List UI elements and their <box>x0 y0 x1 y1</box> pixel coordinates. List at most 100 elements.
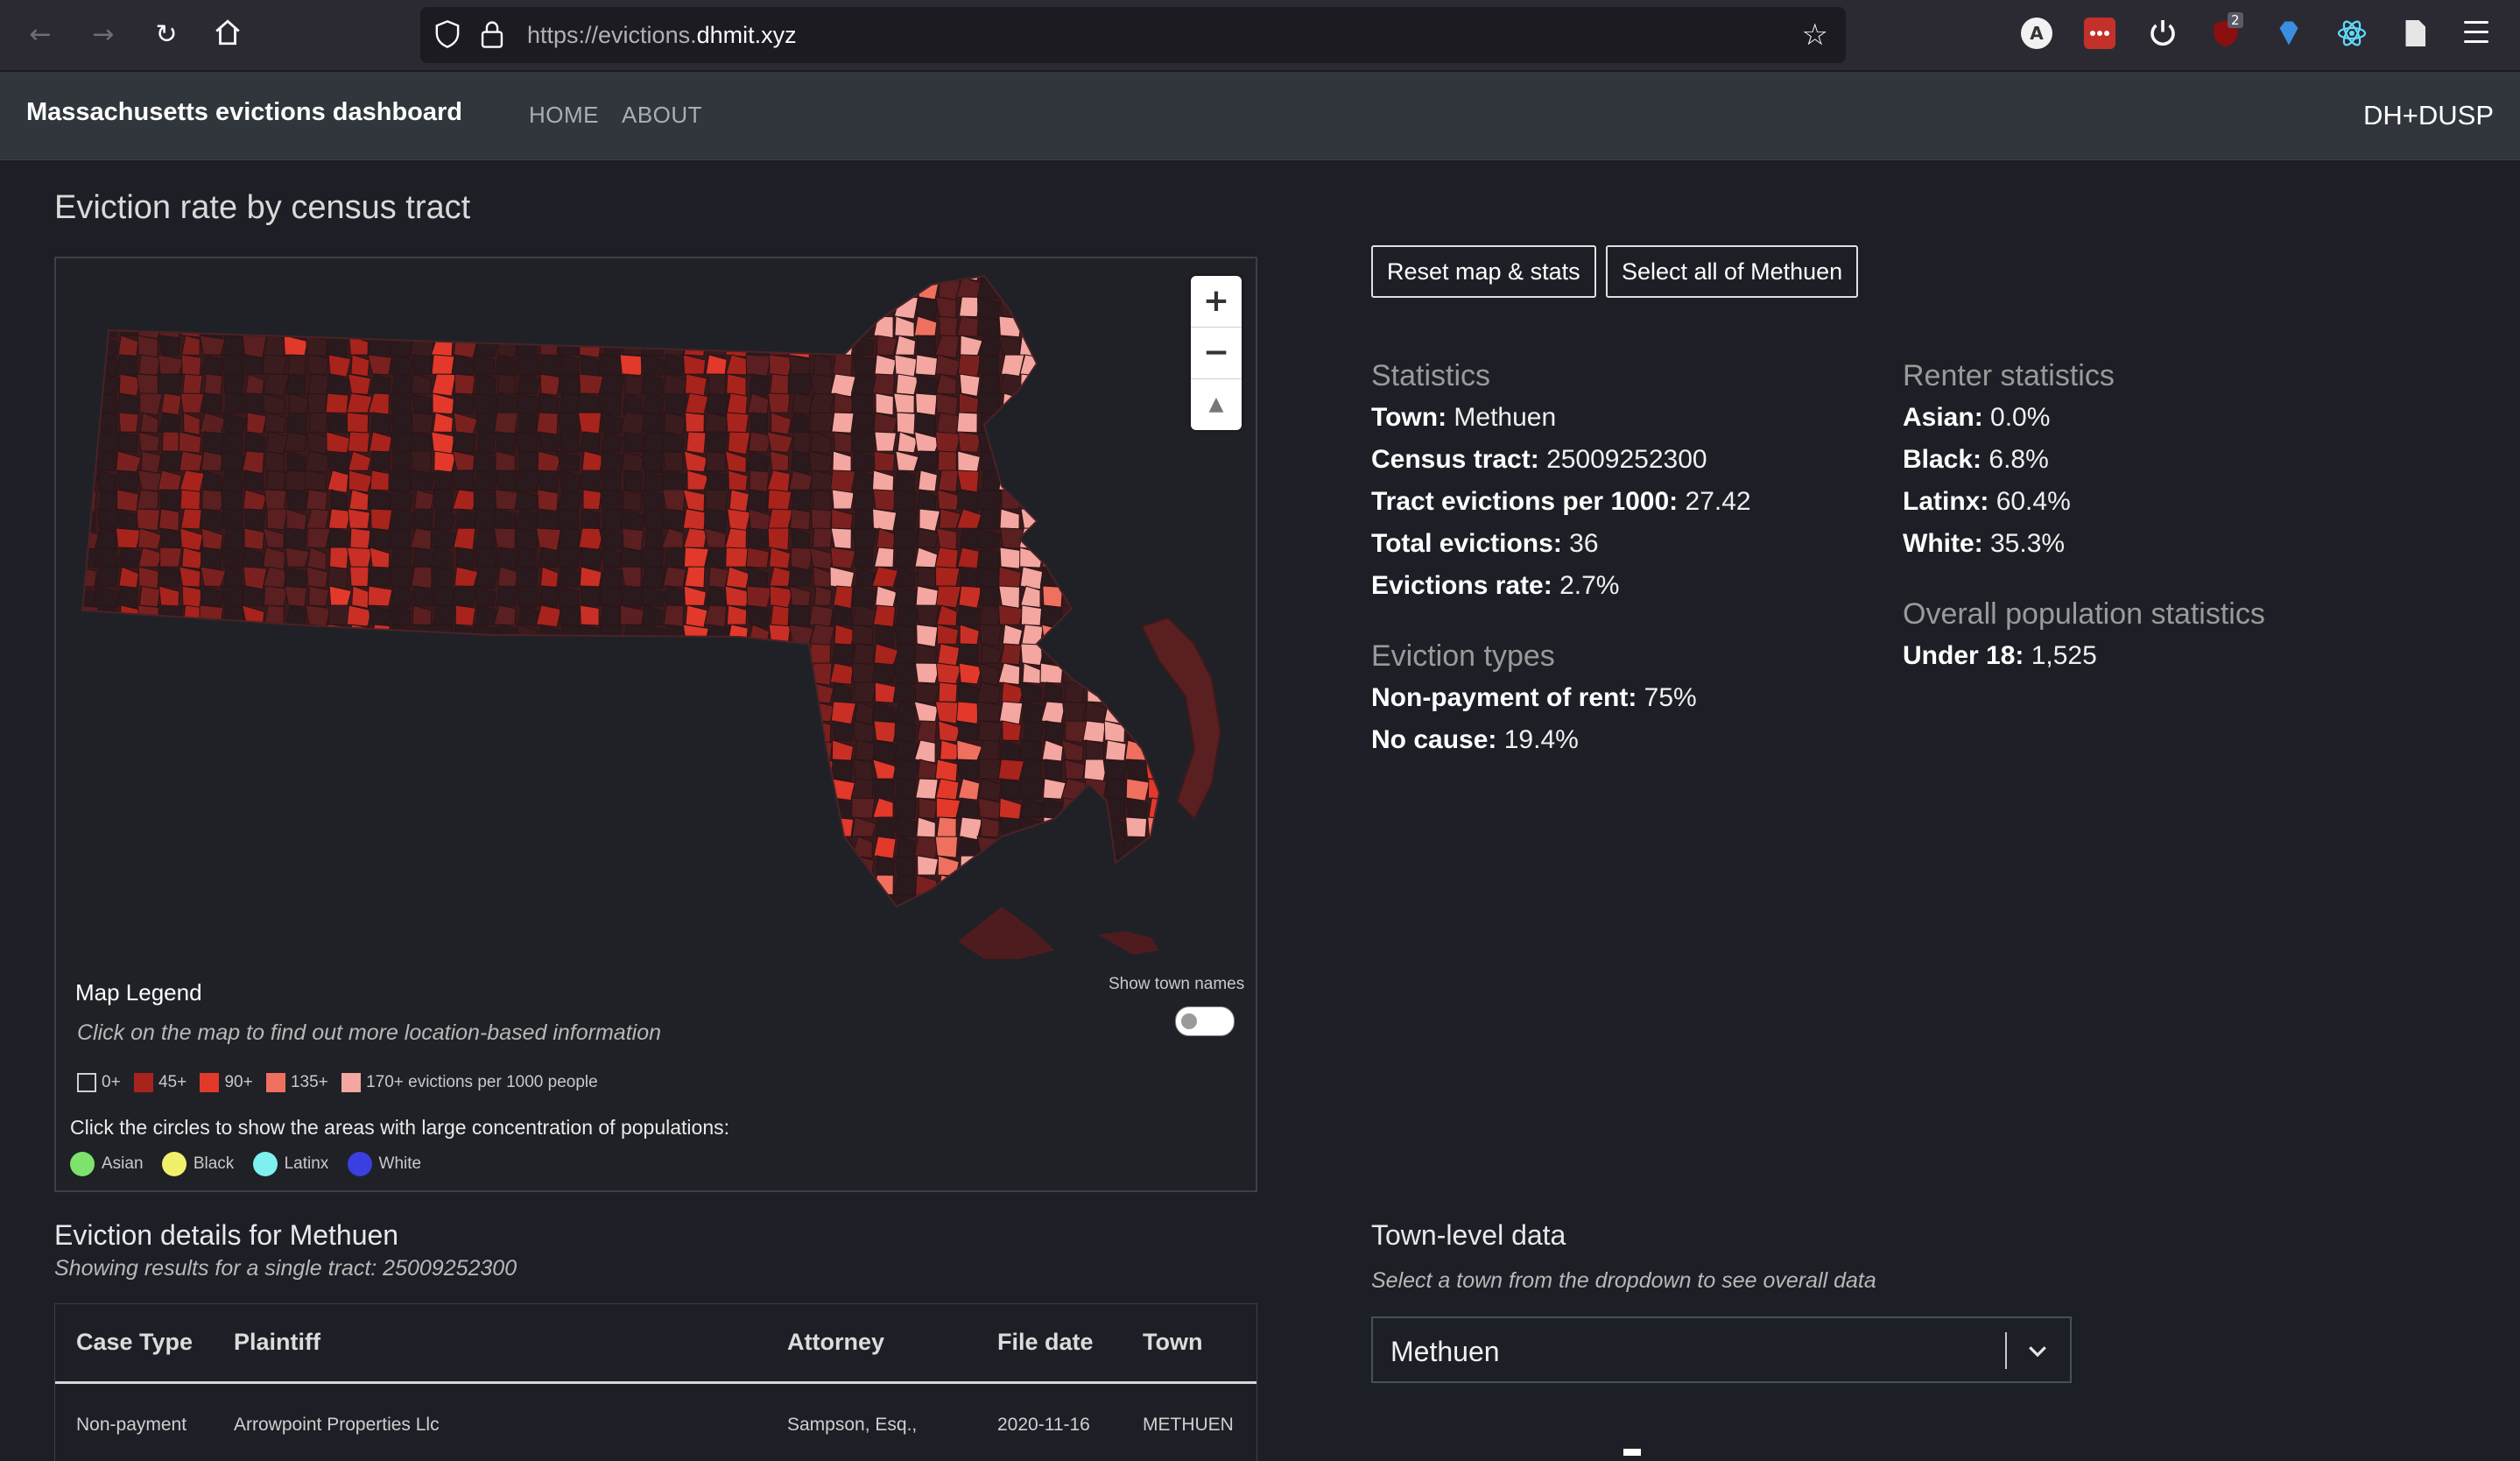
census-tract[interactable] <box>665 816 686 840</box>
census-tract[interactable] <box>957 874 980 897</box>
census-tract[interactable] <box>682 296 707 321</box>
census-tract[interactable] <box>350 759 373 783</box>
census-tract[interactable] <box>621 816 647 840</box>
census-tract[interactable] <box>1043 489 1065 512</box>
census-tract[interactable] <box>263 778 287 802</box>
census-tract[interactable] <box>473 893 496 914</box>
census-tract[interactable] <box>1103 585 1127 610</box>
census-tract[interactable] <box>834 914 852 936</box>
census-tract[interactable] <box>346 412 370 435</box>
profile-extension-icon[interactable]: A <box>2021 18 2052 49</box>
census-tract[interactable] <box>137 739 161 763</box>
census-tract[interactable] <box>137 701 158 723</box>
census-tract[interactable] <box>431 759 458 780</box>
census-tract[interactable] <box>1102 759 1129 780</box>
census-tract[interactable] <box>1105 566 1125 588</box>
census-tract[interactable] <box>242 855 264 878</box>
census-tract[interactable] <box>1166 470 1191 491</box>
census-tract[interactable] <box>1040 604 1062 628</box>
census-tract[interactable] <box>517 816 540 840</box>
census-tract[interactable] <box>516 315 542 337</box>
census-tract[interactable] <box>496 701 521 722</box>
census-tract[interactable] <box>747 277 772 300</box>
census-tract[interactable] <box>326 914 351 936</box>
census-tract[interactable] <box>1081 489 1106 512</box>
census-tract[interactable] <box>686 874 707 896</box>
census-tract[interactable] <box>663 450 684 472</box>
gem-extension-icon[interactable] <box>2273 18 2305 49</box>
census-tract[interactable] <box>347 431 370 454</box>
census-tract[interactable] <box>95 450 116 471</box>
census-tract[interactable] <box>976 277 1004 299</box>
census-tract[interactable] <box>577 296 604 319</box>
census-tract[interactable] <box>497 373 516 395</box>
census-tract[interactable] <box>661 335 686 356</box>
census-tract[interactable] <box>959 296 981 318</box>
census-tract[interactable] <box>370 778 391 799</box>
census-tract[interactable] <box>769 373 790 396</box>
census-tract[interactable] <box>201 797 222 819</box>
census-tract[interactable] <box>746 836 772 860</box>
census-tract[interactable] <box>1125 296 1151 319</box>
census-tract[interactable] <box>556 893 581 916</box>
census-tract[interactable] <box>200 836 224 859</box>
census-tract[interactable] <box>557 527 581 551</box>
census-tract[interactable] <box>1149 431 1171 455</box>
census-tract[interactable] <box>644 296 663 318</box>
census-tract[interactable] <box>767 662 794 685</box>
census-tract[interactable] <box>158 296 183 320</box>
census-tract[interactable] <box>475 373 496 398</box>
census-tract[interactable] <box>936 412 960 435</box>
census-tract[interactable] <box>707 566 729 589</box>
census-tract[interactable] <box>1083 547 1107 568</box>
census-tract[interactable] <box>1125 258 1147 279</box>
census-tract[interactable] <box>410 855 432 878</box>
census-tract[interactable] <box>74 701 99 723</box>
census-tract[interactable] <box>517 759 541 782</box>
census-tract[interactable] <box>768 354 793 378</box>
census-tract[interactable] <box>1125 354 1146 378</box>
census-tract[interactable] <box>157 893 181 914</box>
census-tract[interactable] <box>329 778 350 801</box>
census-tract[interactable] <box>766 258 792 279</box>
census-tract[interactable] <box>539 373 561 396</box>
census-tract[interactable] <box>1145 296 1166 321</box>
census-tract[interactable] <box>369 527 391 551</box>
census-tract[interactable] <box>74 373 100 396</box>
census-tract[interactable] <box>451 739 478 762</box>
census-tract[interactable] <box>1082 527 1109 551</box>
census-tract[interactable] <box>244 759 265 782</box>
census-tract[interactable] <box>220 624 247 646</box>
census-tract[interactable] <box>412 874 436 898</box>
census-tract[interactable] <box>220 836 246 859</box>
census-tract[interactable] <box>117 701 141 724</box>
census-tract[interactable] <box>623 914 645 935</box>
census-tract[interactable] <box>916 914 940 935</box>
census-tract[interactable] <box>1169 355 1188 374</box>
census-tract[interactable] <box>600 816 625 840</box>
census-tract[interactable] <box>644 701 665 723</box>
census-tract[interactable] <box>199 855 223 879</box>
census-tract[interactable] <box>285 778 306 800</box>
census-tract[interactable] <box>474 720 495 741</box>
census-tract[interactable] <box>243 681 265 702</box>
census-tract[interactable] <box>788 914 810 934</box>
census-tract[interactable] <box>1002 720 1022 742</box>
census-tract[interactable] <box>938 874 961 899</box>
census-tract[interactable] <box>516 662 540 685</box>
census-tract[interactable] <box>494 315 520 338</box>
census-tract[interactable] <box>644 914 664 936</box>
census-tract[interactable] <box>724 855 750 879</box>
census-tract[interactable] <box>430 335 454 357</box>
census-tract[interactable] <box>368 296 391 320</box>
census-tract[interactable] <box>1081 604 1109 627</box>
census-tract[interactable] <box>368 836 392 858</box>
census-tract[interactable] <box>829 662 854 685</box>
census-tract[interactable] <box>1023 893 1042 915</box>
reset-map-button[interactable]: Reset map & stats <box>1371 245 1596 298</box>
census-tract[interactable] <box>474 296 496 318</box>
census-tract[interactable] <box>749 373 771 397</box>
census-tract[interactable] <box>75 412 97 435</box>
census-tract[interactable] <box>390 662 416 684</box>
column-header[interactable]: Town <box>1143 1329 1202 1356</box>
